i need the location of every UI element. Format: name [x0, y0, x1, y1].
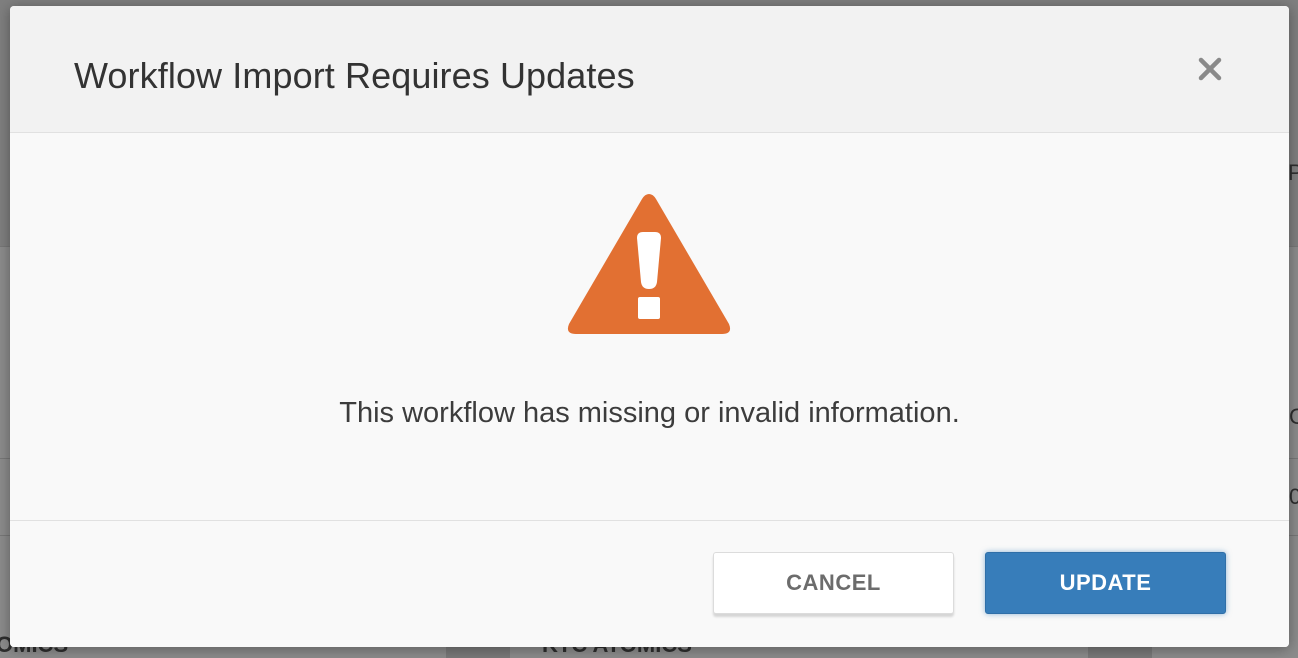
close-button[interactable]	[1191, 50, 1229, 88]
dialog-body: This workflow has missing or invalid inf…	[10, 133, 1289, 520]
background-text-fragment: 0	[1289, 484, 1298, 509]
cancel-button[interactable]: CANCEL	[713, 552, 954, 614]
background-text-fragment: C	[1289, 404, 1298, 429]
update-button[interactable]: UPDATE	[985, 552, 1226, 614]
warning-message: This workflow has missing or invalid inf…	[339, 397, 960, 429]
dialog-header: Workflow Import Requires Updates	[10, 6, 1289, 133]
import-updates-dialog: Workflow Import Requires Updates This wo…	[10, 6, 1289, 647]
warning-triangle-icon	[567, 194, 731, 334]
background-text-fragment: P	[1288, 160, 1298, 185]
close-icon	[1198, 57, 1222, 81]
dialog-title: Workflow Import Requires Updates	[74, 55, 635, 96]
dialog-footer: CANCEL UPDATE	[10, 520, 1289, 647]
